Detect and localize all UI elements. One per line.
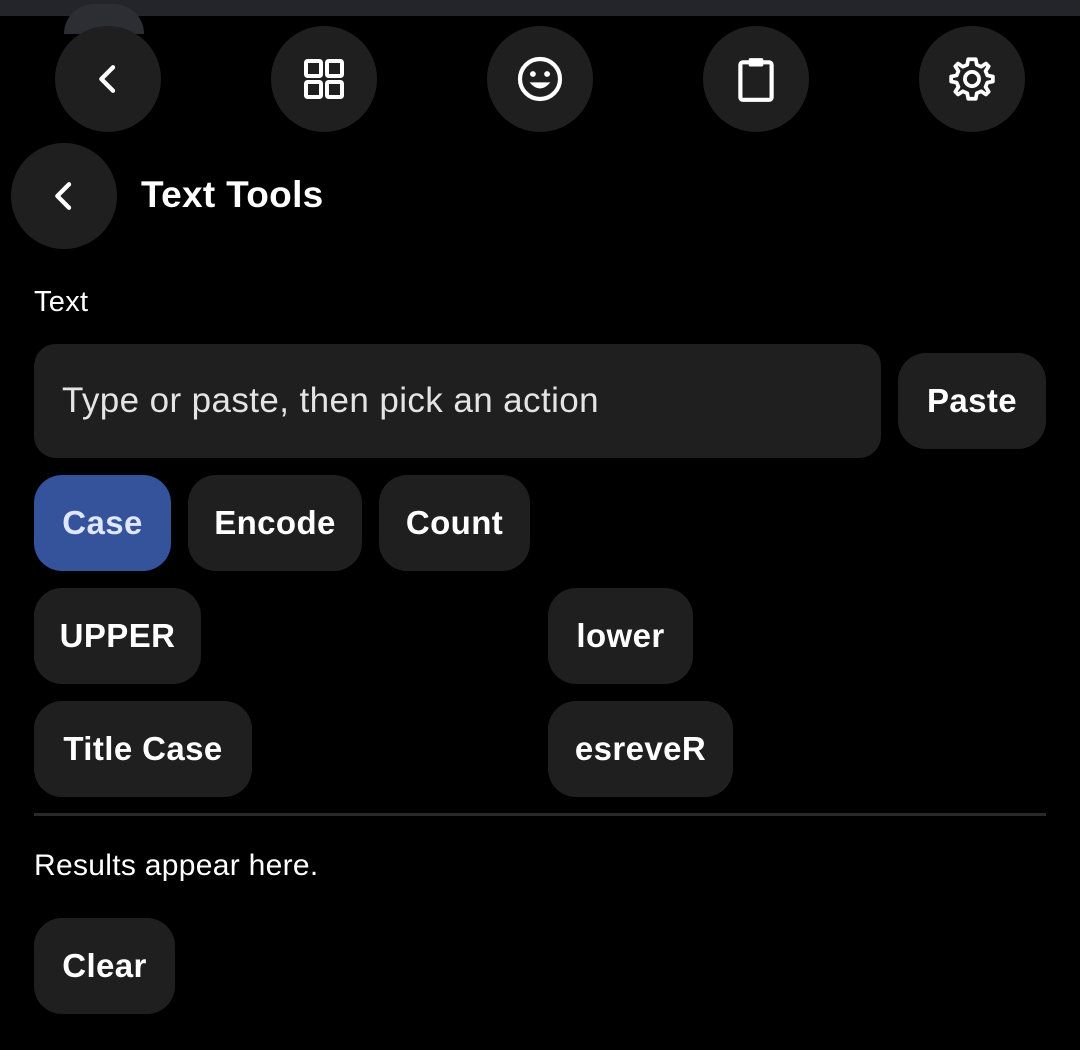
text-input[interactable]: [34, 344, 881, 458]
clear-button[interactable]: Clear: [34, 918, 175, 1014]
results-text: Results appear here.: [34, 849, 319, 882]
reverse-button[interactable]: esreveR: [548, 701, 733, 797]
chevron-left-icon: [99, 65, 116, 93]
keyboard-toolbar: [0, 26, 1080, 132]
status-bar: [0, 0, 1080, 34]
lower-case-button[interactable]: lower: [548, 588, 693, 684]
toolbar-emoji-button[interactable]: [487, 26, 593, 132]
gear-icon: [949, 57, 995, 101]
page-title: Text Tools: [141, 174, 324, 215]
clipboard-icon: [738, 58, 774, 102]
grid-icon: [304, 59, 344, 99]
title-case-button[interactable]: Title Case: [34, 701, 252, 797]
toolbar-back-button[interactable]: [55, 26, 161, 132]
tab-encode[interactable]: Encode: [188, 475, 362, 571]
upper-case-button[interactable]: UPPER: [34, 588, 201, 684]
toolbar-clipboard-button[interactable]: [703, 26, 809, 132]
tab-count[interactable]: Count: [379, 475, 530, 571]
back-button[interactable]: [11, 143, 117, 249]
chevron-left-icon: [55, 182, 72, 210]
toolbar-apps-button[interactable]: [271, 26, 377, 132]
text-field-label: Text: [34, 286, 89, 318]
tab-case[interactable]: Case: [34, 475, 171, 571]
divider: [34, 813, 1046, 816]
toolbar-settings-button[interactable]: [919, 26, 1025, 132]
emoji-icon: [517, 56, 563, 102]
paste-button[interactable]: Paste: [898, 353, 1046, 449]
